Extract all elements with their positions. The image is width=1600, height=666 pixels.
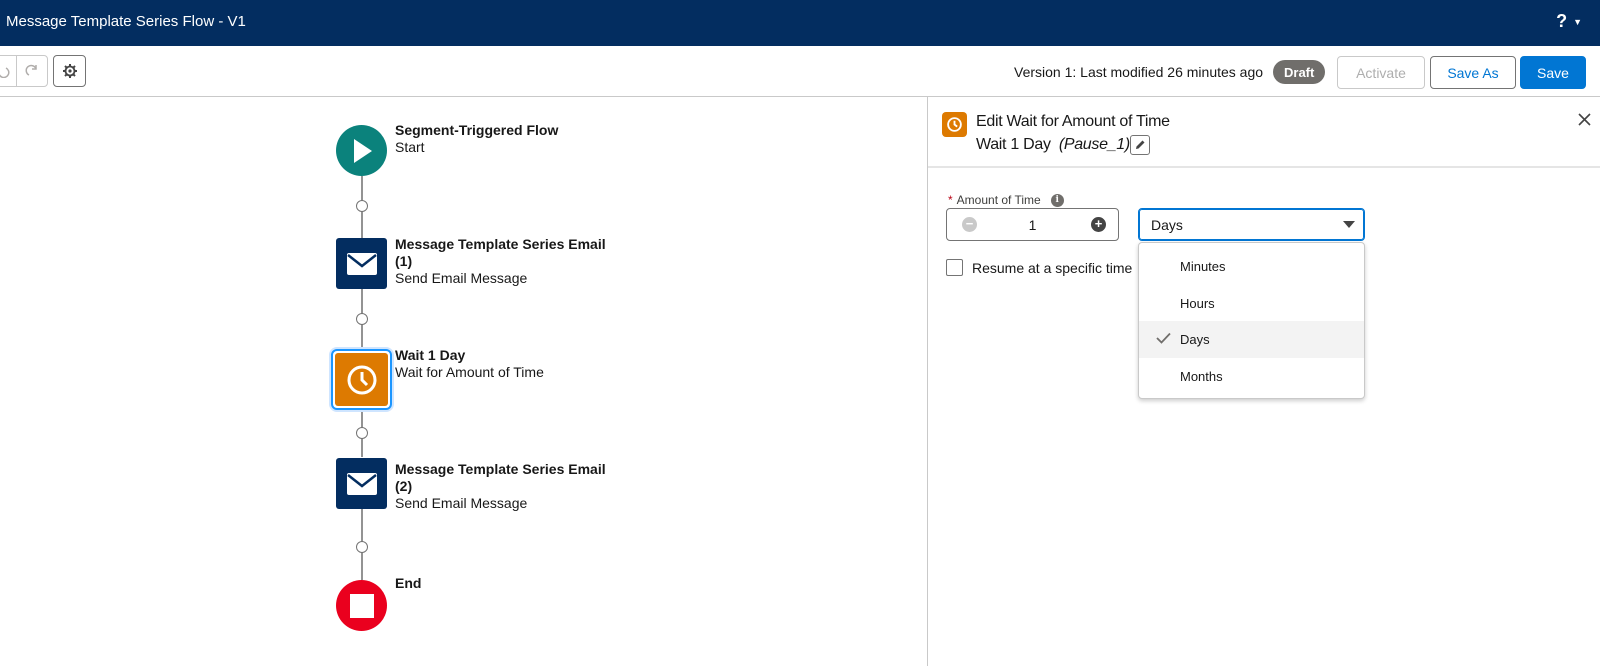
- resume-label: Resume at a specific time: [972, 259, 1133, 276]
- chevron-down-icon: ▼: [1573, 16, 1582, 27]
- close-panel-button[interactable]: [1578, 110, 1591, 131]
- resume-specific-time[interactable]: Resume at a specific time: [946, 259, 1132, 276]
- email-node-2[interactable]: [336, 458, 387, 509]
- element-api-name: (Pause_1): [1058, 136, 1130, 153]
- version-info: Version 1: Last modified 26 minutes ago: [1014, 64, 1264, 80]
- stop-icon: [349, 593, 374, 618]
- node-title: Segment-Triggered Flow: [395, 122, 559, 138]
- toolbar: Version 1: Last modified 26 minutes ago …: [0, 46, 1600, 97]
- settings-button[interactable]: [53, 55, 86, 87]
- panel-subtitle: Wait 1 Day (Pause_1): [976, 136, 1130, 154]
- flow-title: Message Template Series Flow - V1: [6, 13, 246, 30]
- selected-unit: Days: [1151, 217, 1183, 233]
- gear-icon: [62, 64, 77, 78]
- status-badge: Draft: [1273, 60, 1326, 84]
- end-node[interactable]: [336, 580, 387, 631]
- increment-button[interactable]: +: [1091, 217, 1106, 232]
- wait-node-label: Wait 1 Day Wait for Amount of Time: [395, 347, 625, 381]
- start-node[interactable]: [336, 125, 387, 176]
- end-node-label: End: [395, 575, 625, 592]
- clock-icon: [947, 117, 962, 132]
- option-minutes[interactable]: Minutes: [1139, 248, 1364, 285]
- amount-of-time-label: * Amount of Time i: [948, 193, 1064, 207]
- option-hours[interactable]: Hours: [1139, 285, 1364, 322]
- node-title: Message Template Series Email (1): [395, 236, 606, 269]
- property-editor-panel: Edit Wait for Amount of Time Wait 1 Day …: [927, 97, 1600, 666]
- clock-icon: [347, 365, 376, 394]
- edit-label-button[interactable]: [1130, 135, 1150, 155]
- node-title: End: [395, 575, 422, 591]
- option-months[interactable]: Months: [1139, 358, 1364, 395]
- amount-label-text: Amount of Time: [956, 193, 1041, 207]
- undo-button[interactable]: [0, 55, 16, 87]
- pencil-icon: [1136, 140, 1145, 149]
- email-icon: [346, 252, 377, 275]
- option-label: Days: [1180, 332, 1210, 347]
- add-element-connector[interactable]: [356, 313, 368, 325]
- add-element-connector[interactable]: [356, 200, 368, 212]
- panel-clock-icon-box: [942, 112, 967, 137]
- help-icon: ?: [1556, 11, 1568, 31]
- help-menu[interactable]: ? ▼: [1556, 11, 1582, 32]
- node-title: Wait 1 Day: [395, 347, 466, 363]
- flow-canvas[interactable]: Segment-Triggered Flow Start Message Tem…: [0, 97, 927, 666]
- email-icon: [346, 472, 377, 495]
- save-button[interactable]: Save: [1520, 56, 1586, 89]
- close-icon: [1578, 113, 1591, 126]
- redo-button[interactable]: [16, 55, 48, 87]
- info-icon[interactable]: i: [1050, 193, 1064, 207]
- amount-stepper: − 1 +: [946, 208, 1119, 241]
- start-node-label: Segment-Triggered Flow Start: [395, 122, 625, 156]
- wait-node-icon-box: [335, 353, 388, 406]
- app-header: Message Template Series Flow - V1 ? ▼: [0, 0, 1600, 46]
- node-subtitle: Send Email Message: [395, 495, 528, 511]
- required-indicator: *: [948, 193, 953, 207]
- node-subtitle: Start: [395, 139, 425, 155]
- time-unit-dropdown: Minutes Hours Days Months: [1138, 242, 1365, 399]
- check-icon: [1156, 332, 1171, 344]
- save-as-button[interactable]: Save As: [1430, 56, 1516, 89]
- redo-icon: [25, 64, 37, 76]
- node-title: Message Template Series Email (2): [395, 461, 606, 494]
- option-days[interactable]: Days: [1139, 321, 1364, 358]
- element-label: Wait 1 Day: [976, 136, 1051, 153]
- undo-icon: [0, 67, 10, 78]
- email-node-2-label: Message Template Series Email (2) Send E…: [395, 461, 625, 512]
- wait-node[interactable]: [331, 349, 392, 410]
- panel-title: Edit Wait for Amount of Time: [976, 113, 1170, 130]
- node-subtitle: Send Email Message: [395, 270, 528, 286]
- add-element-connector[interactable]: [356, 427, 368, 439]
- resume-checkbox[interactable]: [946, 259, 963, 276]
- add-element-connector[interactable]: [356, 541, 368, 553]
- email-node-1[interactable]: [336, 238, 387, 289]
- activate-button[interactable]: Activate: [1337, 56, 1425, 89]
- node-subtitle: Wait for Amount of Time: [395, 364, 544, 380]
- email-node-1-label: Message Template Series Email (1) Send E…: [395, 236, 625, 287]
- panel-header: Edit Wait for Amount of Time Wait 1 Day …: [928, 97, 1600, 168]
- caret-down-icon: [1343, 221, 1355, 228]
- play-icon: [353, 138, 372, 163]
- time-unit-select[interactable]: Days: [1138, 208, 1365, 241]
